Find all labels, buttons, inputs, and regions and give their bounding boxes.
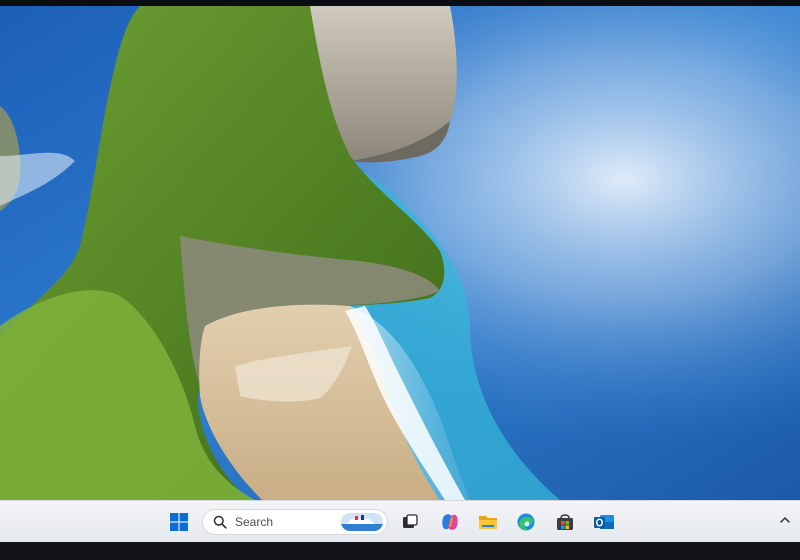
edge-button[interactable] [512, 508, 540, 536]
search-placeholder: Search [235, 515, 274, 529]
copilot-icon [442, 514, 458, 530]
file-explorer-button[interactable] [474, 508, 502, 536]
outlook-button[interactable] [590, 508, 618, 536]
search-box[interactable]: Search [202, 509, 388, 535]
copilot-button[interactable] [436, 508, 464, 536]
task-view-icon [403, 514, 418, 528]
search-icon [213, 515, 227, 529]
windows-start-icon [170, 513, 188, 531]
task-view-button[interactable] [396, 508, 424, 536]
store-button[interactable] [551, 508, 579, 536]
taskbar: Search [0, 500, 800, 542]
store-icon [557, 514, 573, 530]
search-highlight-image [341, 513, 383, 531]
desktop[interactable] [0, 6, 800, 500]
folder-icon [479, 516, 497, 529]
wallpaper-image [0, 6, 800, 500]
chevron-up-icon[interactable] [778, 513, 792, 527]
edge-icon [517, 513, 535, 531]
start-button[interactable] [165, 508, 193, 536]
monitor-bezel [0, 542, 800, 560]
outlook-icon [594, 515, 614, 529]
